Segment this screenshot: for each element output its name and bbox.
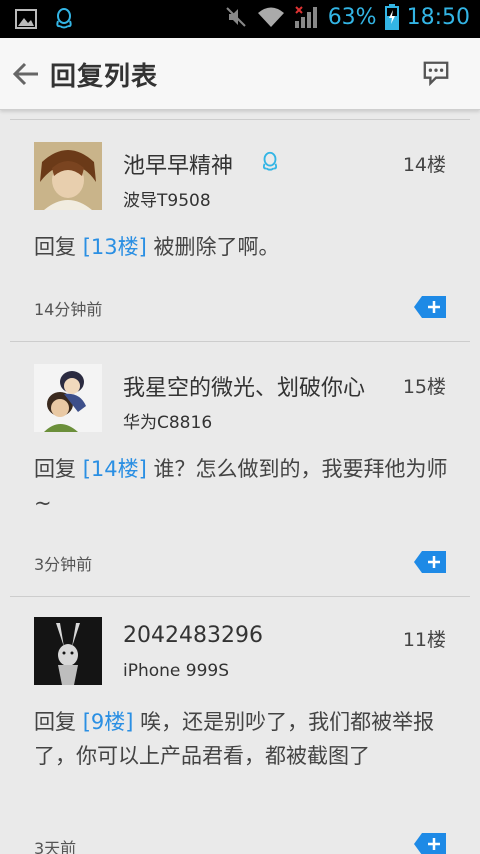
action-bar: 回复列表 [0,38,480,110]
reply-item[interactable]: 2042483296 11楼 iPhone 999S 回复 [9楼] 唉，还是别… [10,597,470,854]
username[interactable]: 2042483296 [123,623,373,648]
arrow-left-icon [12,62,38,86]
avatar-image [34,617,102,685]
reply-word: 回复 [34,457,76,481]
avatar-image [34,364,102,432]
reply-word: 回复 [34,235,76,259]
avatar[interactable] [34,142,102,210]
timestamp: 14分钟前 [34,300,103,319]
mute-icon [225,7,246,27]
reply-item[interactable]: 池早早精神 14楼 波导T9508 回复 [13楼] 被删除了啊。 14分钟前 [10,120,470,341]
wifi-icon [257,7,284,27]
reply-item[interactable]: 我星空的微光、划破你心 15楼 华为C8816 回复 [14楼] 谁？怎么做到的… [10,342,470,596]
timestamp: 3天前 [34,839,77,854]
battery-percent: 63% [327,4,377,30]
floor-reference-link[interactable]: [13楼] [83,235,147,259]
device-label: 波导T9508 [123,191,211,211]
floor-reference-link[interactable]: [14楼] [83,457,147,481]
username[interactable]: 我星空的微光、划破你心 [123,370,383,402]
reply-content: 回复 [14楼] 谁？怎么做到的，我要拜他为师~ [34,452,454,520]
device-label: iPhone 999S [123,661,230,681]
reply-text: 被删除了啊。 [153,235,280,259]
avatar[interactable] [34,617,102,685]
reply-content: 回复 [9楼] 唉，还是别吵了，我们都被举报了，你可以上产品君看，都被截图了 [34,705,454,773]
comment-button[interactable] [422,59,452,89]
qq-notification-icon [56,8,72,29]
page-title: 回复列表 [50,62,159,92]
reply-button[interactable] [414,551,446,573]
status-bar: 63% 18:50 [0,0,480,38]
qq-icon [262,151,278,171]
reply-content: 回复 [13楼] 被删除了啊。 [34,230,454,264]
clock: 18:50 [406,4,470,30]
comment-icon [423,61,449,87]
reply-button[interactable] [414,833,446,854]
avatar[interactable] [34,364,102,432]
timestamp: 3分钟前 [34,555,93,574]
back-button[interactable] [8,56,44,92]
device-label: 华为C8816 [123,413,213,433]
signal-icon [294,6,317,28]
floor-label: 15楼 [402,376,446,398]
reply-word: 回复 [34,710,76,734]
username[interactable]: 池早早精神 [123,148,273,180]
floor-reference-link[interactable]: [9楼] [83,710,134,734]
floor-label: 14楼 [402,154,446,176]
reply-button[interactable] [414,296,446,318]
image-notification-icon [15,9,37,29]
floor-label: 11楼 [402,629,446,651]
battery-icon [384,4,399,30]
avatar-image [34,142,102,210]
